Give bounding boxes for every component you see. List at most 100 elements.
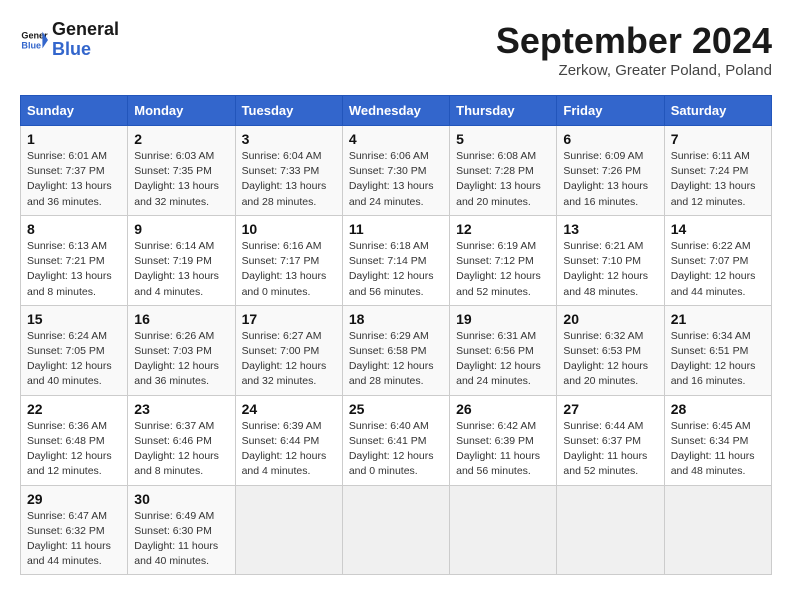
logo-icon: General Blue [20,26,48,54]
day-number: 21 [671,311,765,327]
day-info: Sunrise: 6:27 AM Sunset: 7:00 PM Dayligh… [242,329,336,390]
calendar-cell [664,485,771,575]
weekday-header-saturday: Saturday [664,96,771,126]
day-number: 25 [349,401,443,417]
location-subtitle: Zerkow, Greater Poland, Poland [496,62,772,79]
day-number: 20 [563,311,657,327]
day-info: Sunrise: 6:21 AM Sunset: 7:10 PM Dayligh… [563,239,657,300]
weekday-header-friday: Friday [557,96,664,126]
day-info: Sunrise: 6:45 AM Sunset: 6:34 PM Dayligh… [671,419,765,480]
calendar-week-row: 8 Sunrise: 6:13 AM Sunset: 7:21 PM Daylig… [21,215,772,305]
day-number: 2 [134,131,228,147]
weekday-header-thursday: Thursday [450,96,557,126]
calendar-cell [450,485,557,575]
day-number: 9 [134,221,228,237]
calendar-cell: 16Sunrise: 6:26 AM Sunset: 7:03 PM Dayli… [128,305,235,395]
calendar-cell: 27 Sunrise: 6:44 AM Sunset: 6:37 PM Dayli… [557,395,664,485]
day-info: Sunrise: 6:24 AM Sunset: 7:05 PM Dayligh… [27,329,121,390]
calendar-cell: 29 Sunrise: 6:47 AM Sunset: 6:32 PM Dayli… [21,485,128,575]
day-number: 30 [134,491,228,507]
calendar-week-row: 29 Sunrise: 6:47 AM Sunset: 6:32 PM Dayli… [21,485,772,575]
day-number: 18 [349,311,443,327]
day-number: 12 [456,221,550,237]
day-info: Sunrise: 6:16 AM Sunset: 7:17 PM Dayligh… [242,239,336,300]
calendar-cell: 28 Sunrise: 6:45 AM Sunset: 6:34 PM Dayli… [664,395,771,485]
day-number: 16 [134,311,228,327]
calendar-cell: 15Sunrise: 6:24 AM Sunset: 7:05 PM Dayli… [21,305,128,395]
day-info: Sunrise: 6:47 AM Sunset: 6:32 PM Dayligh… [27,509,121,570]
calendar-cell: 10 Sunrise: 6:16 AM Sunset: 7:17 PM Dayli… [235,215,342,305]
day-number: 3 [242,131,336,147]
day-info: Sunrise: 6:01 AM Sunset: 7:37 PM Dayligh… [27,149,121,210]
calendar-cell: 13 Sunrise: 6:21 AM Sunset: 7:10 PM Dayli… [557,215,664,305]
day-info: Sunrise: 6:36 AM Sunset: 6:48 PM Dayligh… [27,419,121,480]
day-number: 22 [27,401,121,417]
calendar-week-row: 15Sunrise: 6:24 AM Sunset: 7:05 PM Dayli… [21,305,772,395]
calendar-cell: 5Sunrise: 6:08 AM Sunset: 7:28 PM Daylig… [450,126,557,216]
month-title: September 2024 [496,20,772,62]
day-info: Sunrise: 6:31 AM Sunset: 6:56 PM Dayligh… [456,329,550,390]
day-info: Sunrise: 6:03 AM Sunset: 7:35 PM Dayligh… [134,149,228,210]
day-number: 27 [563,401,657,417]
day-number: 1 [27,131,121,147]
weekday-header-wednesday: Wednesday [342,96,449,126]
calendar-cell: 12 Sunrise: 6:19 AM Sunset: 7:12 PM Dayli… [450,215,557,305]
page-header: General Blue General Blue September 2024… [20,20,772,79]
calendar-cell: 7Sunrise: 6:11 AM Sunset: 7:24 PM Daylig… [664,126,771,216]
day-info: Sunrise: 6:32 AM Sunset: 6:53 PM Dayligh… [563,329,657,390]
day-info: Sunrise: 6:13 AM Sunset: 7:21 PM Dayligh… [27,239,121,300]
calendar-cell: 3 Sunrise: 6:04 AM Sunset: 7:33 PM Daylig… [235,126,342,216]
day-info: Sunrise: 6:18 AM Sunset: 7:14 PM Dayligh… [349,239,443,300]
calendar-cell: 26 Sunrise: 6:42 AM Sunset: 6:39 PM Dayli… [450,395,557,485]
calendar-cell: 21Sunrise: 6:34 AM Sunset: 6:51 PM Dayli… [664,305,771,395]
day-info: Sunrise: 6:14 AM Sunset: 7:19 PM Dayligh… [134,239,228,300]
calendar-cell: 8 Sunrise: 6:13 AM Sunset: 7:21 PM Daylig… [21,215,128,305]
day-info: Sunrise: 6:08 AM Sunset: 7:28 PM Dayligh… [456,149,550,210]
calendar-cell [235,485,342,575]
day-number: 14 [671,221,765,237]
day-number: 26 [456,401,550,417]
day-info: Sunrise: 6:49 AM Sunset: 6:30 PM Dayligh… [134,509,228,570]
calendar-cell: 18 Sunrise: 6:29 AM Sunset: 6:58 PM Dayli… [342,305,449,395]
calendar-cell: 20 Sunrise: 6:32 AM Sunset: 6:53 PM Dayli… [557,305,664,395]
day-info: Sunrise: 6:19 AM Sunset: 7:12 PM Dayligh… [456,239,550,300]
day-info: Sunrise: 6:29 AM Sunset: 6:58 PM Dayligh… [349,329,443,390]
day-number: 8 [27,221,121,237]
logo: General Blue General Blue [20,20,119,60]
day-info: Sunrise: 6:39 AM Sunset: 6:44 PM Dayligh… [242,419,336,480]
calendar-cell [342,485,449,575]
day-number: 11 [349,221,443,237]
calendar-cell: 9 Sunrise: 6:14 AM Sunset: 7:19 PM Daylig… [128,215,235,305]
calendar-cell: 17Sunrise: 6:27 AM Sunset: 7:00 PM Dayli… [235,305,342,395]
day-info: Sunrise: 6:40 AM Sunset: 6:41 PM Dayligh… [349,419,443,480]
calendar-cell: 1 Sunrise: 6:01 AM Sunset: 7:37 PM Daylig… [21,126,128,216]
day-info: Sunrise: 6:44 AM Sunset: 6:37 PM Dayligh… [563,419,657,480]
calendar-week-row: 22 Sunrise: 6:36 AM Sunset: 6:48 PM Dayli… [21,395,772,485]
weekday-header-tuesday: Tuesday [235,96,342,126]
day-info: Sunrise: 6:04 AM Sunset: 7:33 PM Dayligh… [242,149,336,210]
day-number: 23 [134,401,228,417]
calendar-table: SundayMondayTuesdayWednesdayThursdayFrid… [20,95,772,575]
calendar-cell: 19 Sunrise: 6:31 AM Sunset: 6:56 PM Dayli… [450,305,557,395]
day-number: 10 [242,221,336,237]
day-number: 13 [563,221,657,237]
calendar-cell: 11 Sunrise: 6:18 AM Sunset: 7:14 PM Dayli… [342,215,449,305]
svg-text:Blue: Blue [21,40,41,50]
calendar-cell: 6Sunrise: 6:09 AM Sunset: 7:26 PM Daylig… [557,126,664,216]
calendar-cell: 24 Sunrise: 6:39 AM Sunset: 6:44 PM Dayli… [235,395,342,485]
calendar-cell: 4Sunrise: 6:06 AM Sunset: 7:30 PM Daylig… [342,126,449,216]
day-number: 29 [27,491,121,507]
day-number: 19 [456,311,550,327]
day-info: Sunrise: 6:42 AM Sunset: 6:39 PM Dayligh… [456,419,550,480]
weekday-header-sunday: Sunday [21,96,128,126]
title-block: September 2024 Zerkow, Greater Poland, P… [496,20,772,79]
day-info: Sunrise: 6:09 AM Sunset: 7:26 PM Dayligh… [563,149,657,210]
day-number: 28 [671,401,765,417]
day-number: 24 [242,401,336,417]
calendar-cell: 23Sunrise: 6:37 AM Sunset: 6:46 PM Dayli… [128,395,235,485]
calendar-cell: 30 Sunrise: 6:49 AM Sunset: 6:30 PM Dayli… [128,485,235,575]
day-number: 7 [671,131,765,147]
day-info: Sunrise: 6:22 AM Sunset: 7:07 PM Dayligh… [671,239,765,300]
day-number: 4 [349,131,443,147]
calendar-cell: 2 Sunrise: 6:03 AM Sunset: 7:35 PM Daylig… [128,126,235,216]
